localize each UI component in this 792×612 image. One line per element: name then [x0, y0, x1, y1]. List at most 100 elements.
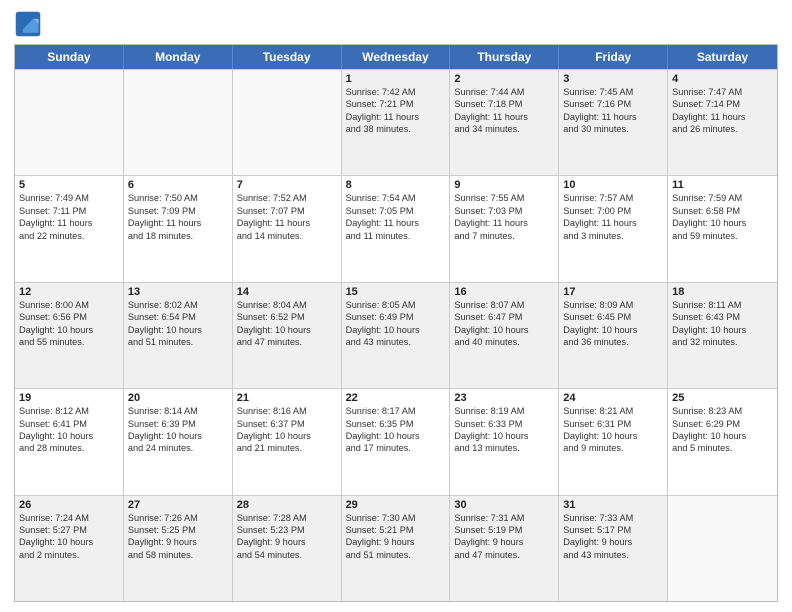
- cell-line: Sunrise: 7:50 AM: [128, 192, 228, 204]
- cell-line: and 59 minutes.: [672, 230, 773, 242]
- table-row: 24Sunrise: 8:21 AMSunset: 6:31 PMDayligh…: [559, 389, 668, 494]
- cell-line: Sunset: 6:45 PM: [563, 311, 663, 323]
- cell-line: and 51 minutes.: [346, 549, 446, 561]
- day-number: 28: [237, 499, 337, 511]
- day-number: 10: [563, 179, 663, 191]
- cell-line: Sunset: 5:23 PM: [237, 524, 337, 536]
- cell-line: Sunrise: 8:00 AM: [19, 299, 119, 311]
- day-number: 14: [237, 286, 337, 298]
- cell-line: Sunrise: 7:59 AM: [672, 192, 773, 204]
- day-number: 1: [346, 73, 446, 85]
- logo-icon: [14, 10, 42, 38]
- cell-line: Sunrise: 7:54 AM: [346, 192, 446, 204]
- table-row: 2Sunrise: 7:44 AMSunset: 7:18 PMDaylight…: [450, 70, 559, 175]
- cell-line: and 7 minutes.: [454, 230, 554, 242]
- cell-line: Sunset: 7:16 PM: [563, 98, 663, 110]
- cell-line: and 9 minutes.: [563, 442, 663, 454]
- cell-line: Daylight: 9 hours: [237, 536, 337, 548]
- calendar-row-2: 5Sunrise: 7:49 AMSunset: 7:11 PMDaylight…: [15, 175, 777, 281]
- table-row: [233, 70, 342, 175]
- cell-line: Daylight: 11 hours: [346, 111, 446, 123]
- table-row: 4Sunrise: 7:47 AMSunset: 7:14 PMDaylight…: [668, 70, 777, 175]
- calendar-header-row: SundayMondayTuesdayWednesdayThursdayFrid…: [15, 45, 777, 69]
- table-row: 3Sunrise: 7:45 AMSunset: 7:16 PMDaylight…: [559, 70, 668, 175]
- cell-line: Sunrise: 8:14 AM: [128, 405, 228, 417]
- logo: [14, 10, 45, 38]
- table-row: 17Sunrise: 8:09 AMSunset: 6:45 PMDayligh…: [559, 283, 668, 388]
- cell-line: Sunrise: 7:47 AM: [672, 86, 773, 98]
- cell-line: Daylight: 11 hours: [128, 217, 228, 229]
- cell-line: Sunrise: 8:07 AM: [454, 299, 554, 311]
- cell-line: Sunrise: 7:31 AM: [454, 512, 554, 524]
- cell-line: Sunset: 6:41 PM: [19, 418, 119, 430]
- cell-line: Daylight: 10 hours: [563, 324, 663, 336]
- cell-line: Daylight: 10 hours: [672, 217, 773, 229]
- cell-line: Sunrise: 8:02 AM: [128, 299, 228, 311]
- cell-line: Sunset: 6:37 PM: [237, 418, 337, 430]
- cell-line: Sunrise: 8:05 AM: [346, 299, 446, 311]
- table-row: 21Sunrise: 8:16 AMSunset: 6:37 PMDayligh…: [233, 389, 342, 494]
- day-number: 29: [346, 499, 446, 511]
- cell-line: and 40 minutes.: [454, 336, 554, 348]
- table-row: 5Sunrise: 7:49 AMSunset: 7:11 PMDaylight…: [15, 176, 124, 281]
- table-row: 19Sunrise: 8:12 AMSunset: 6:41 PMDayligh…: [15, 389, 124, 494]
- cell-line: Sunset: 6:31 PM: [563, 418, 663, 430]
- cell-line: Sunrise: 7:55 AM: [454, 192, 554, 204]
- cell-line: Sunset: 5:25 PM: [128, 524, 228, 536]
- table-row: 6Sunrise: 7:50 AMSunset: 7:09 PMDaylight…: [124, 176, 233, 281]
- calendar-row-1: 1Sunrise: 7:42 AMSunset: 7:21 PMDaylight…: [15, 69, 777, 175]
- table-row: 8Sunrise: 7:54 AMSunset: 7:05 PMDaylight…: [342, 176, 451, 281]
- cell-line: Sunrise: 7:52 AM: [237, 192, 337, 204]
- cell-line: Sunrise: 7:28 AM: [237, 512, 337, 524]
- cell-line: Daylight: 10 hours: [19, 324, 119, 336]
- cell-line: and 38 minutes.: [346, 123, 446, 135]
- cell-line: and 13 minutes.: [454, 442, 554, 454]
- day-number: 24: [563, 392, 663, 404]
- cell-line: Sunset: 7:05 PM: [346, 205, 446, 217]
- cell-line: Sunrise: 8:11 AM: [672, 299, 773, 311]
- cell-line: and 51 minutes.: [128, 336, 228, 348]
- cell-line: Daylight: 10 hours: [672, 324, 773, 336]
- calendar-row-4: 19Sunrise: 8:12 AMSunset: 6:41 PMDayligh…: [15, 388, 777, 494]
- cell-line: and 30 minutes.: [563, 123, 663, 135]
- cell-line: Sunrise: 8:04 AM: [237, 299, 337, 311]
- cell-line: Daylight: 10 hours: [128, 324, 228, 336]
- cell-line: Daylight: 11 hours: [454, 217, 554, 229]
- cell-line: and 14 minutes.: [237, 230, 337, 242]
- cell-line: Sunset: 6:49 PM: [346, 311, 446, 323]
- cell-line: Sunset: 6:35 PM: [346, 418, 446, 430]
- cell-line: Sunrise: 7:49 AM: [19, 192, 119, 204]
- table-row: 10Sunrise: 7:57 AMSunset: 7:00 PMDayligh…: [559, 176, 668, 281]
- day-number: 31: [563, 499, 663, 511]
- table-row: 26Sunrise: 7:24 AMSunset: 5:27 PMDayligh…: [15, 496, 124, 601]
- cell-line: Daylight: 11 hours: [563, 217, 663, 229]
- cell-line: and 58 minutes.: [128, 549, 228, 561]
- cell-line: Daylight: 10 hours: [237, 324, 337, 336]
- cell-line: Daylight: 11 hours: [672, 111, 773, 123]
- day-number: 23: [454, 392, 554, 404]
- cell-line: and 2 minutes.: [19, 549, 119, 561]
- cell-line: Daylight: 10 hours: [346, 430, 446, 442]
- cell-line: Sunset: 5:17 PM: [563, 524, 663, 536]
- table-row: 20Sunrise: 8:14 AMSunset: 6:39 PMDayligh…: [124, 389, 233, 494]
- header-cell-sunday: Sunday: [15, 45, 124, 69]
- table-row: 18Sunrise: 8:11 AMSunset: 6:43 PMDayligh…: [668, 283, 777, 388]
- day-number: 11: [672, 179, 773, 191]
- day-number: 5: [19, 179, 119, 191]
- cell-line: Sunrise: 7:45 AM: [563, 86, 663, 98]
- cell-line: Daylight: 11 hours: [454, 111, 554, 123]
- day-number: 21: [237, 392, 337, 404]
- header: [14, 10, 778, 38]
- cell-line: Sunrise: 7:33 AM: [563, 512, 663, 524]
- cell-line: Sunrise: 8:09 AM: [563, 299, 663, 311]
- cell-line: Sunset: 6:39 PM: [128, 418, 228, 430]
- cell-line: Sunset: 5:19 PM: [454, 524, 554, 536]
- cell-line: Sunset: 6:52 PM: [237, 311, 337, 323]
- cell-line: Sunset: 7:14 PM: [672, 98, 773, 110]
- calendar-row-3: 12Sunrise: 8:00 AMSunset: 6:56 PMDayligh…: [15, 282, 777, 388]
- header-cell-tuesday: Tuesday: [233, 45, 342, 69]
- cell-line: Sunrise: 8:23 AM: [672, 405, 773, 417]
- table-row: [15, 70, 124, 175]
- cell-line: and 22 minutes.: [19, 230, 119, 242]
- cell-line: Sunset: 5:27 PM: [19, 524, 119, 536]
